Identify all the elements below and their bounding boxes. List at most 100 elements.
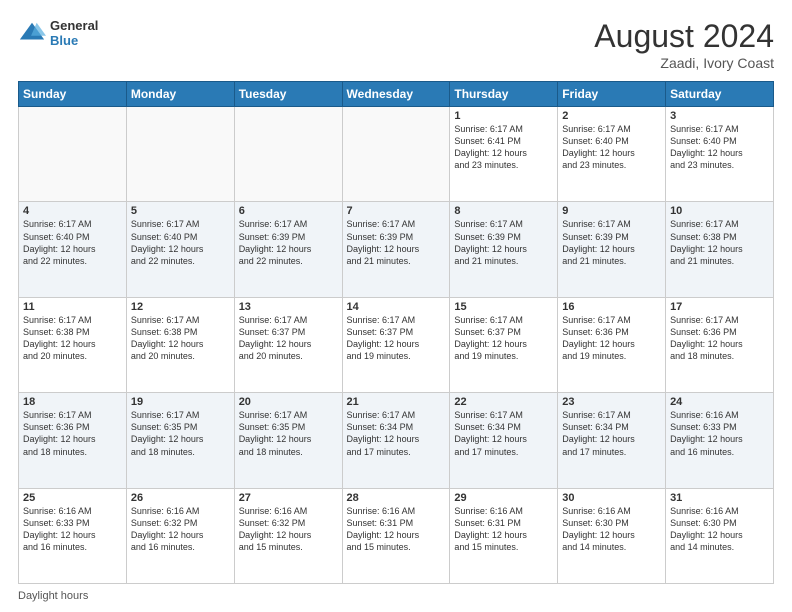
calendar-header: SundayMondayTuesdayWednesdayThursdayFrid… xyxy=(19,82,774,107)
calendar-cell: 24Sunrise: 6:16 AM Sunset: 6:33 PM Dayli… xyxy=(666,393,774,488)
day-number: 15 xyxy=(454,301,553,313)
day-number: 7 xyxy=(347,205,446,217)
day-info: Sunrise: 6:17 AM Sunset: 6:40 PM Dayligh… xyxy=(562,123,661,172)
day-number: 19 xyxy=(131,396,230,408)
day-info: Sunrise: 6:17 AM Sunset: 6:39 PM Dayligh… xyxy=(239,218,338,267)
calendar-cell: 26Sunrise: 6:16 AM Sunset: 6:32 PM Dayli… xyxy=(126,488,234,583)
calendar-cell: 22Sunrise: 6:17 AM Sunset: 6:34 PM Dayli… xyxy=(450,393,558,488)
calendar-cell: 8Sunrise: 6:17 AM Sunset: 6:39 PM Daylig… xyxy=(450,202,558,297)
calendar-cell: 2Sunrise: 6:17 AM Sunset: 6:40 PM Daylig… xyxy=(558,107,666,202)
week-row-2: 4Sunrise: 6:17 AM Sunset: 6:40 PM Daylig… xyxy=(19,202,774,297)
day-info: Sunrise: 6:17 AM Sunset: 6:34 PM Dayligh… xyxy=(562,409,661,458)
day-info: Sunrise: 6:17 AM Sunset: 6:38 PM Dayligh… xyxy=(670,218,769,267)
day-number: 18 xyxy=(23,396,122,408)
day-number: 13 xyxy=(239,301,338,313)
day-info: Sunrise: 6:17 AM Sunset: 6:38 PM Dayligh… xyxy=(23,314,122,363)
calendar-cell: 13Sunrise: 6:17 AM Sunset: 6:37 PM Dayli… xyxy=(234,297,342,392)
day-info: Sunrise: 6:17 AM Sunset: 6:35 PM Dayligh… xyxy=(131,409,230,458)
calendar-table: SundayMondayTuesdayWednesdayThursdayFrid… xyxy=(18,81,774,584)
calendar-cell: 17Sunrise: 6:17 AM Sunset: 6:36 PM Dayli… xyxy=(666,297,774,392)
day-number: 23 xyxy=(562,396,661,408)
day-info: Sunrise: 6:16 AM Sunset: 6:33 PM Dayligh… xyxy=(23,505,122,554)
day-number: 14 xyxy=(347,301,446,313)
calendar-cell: 19Sunrise: 6:17 AM Sunset: 6:35 PM Dayli… xyxy=(126,393,234,488)
calendar-cell: 23Sunrise: 6:17 AM Sunset: 6:34 PM Dayli… xyxy=(558,393,666,488)
day-info: Sunrise: 6:17 AM Sunset: 6:40 PM Dayligh… xyxy=(670,123,769,172)
calendar-cell: 12Sunrise: 6:17 AM Sunset: 6:38 PM Dayli… xyxy=(126,297,234,392)
daylight-label: Daylight hours xyxy=(18,590,88,602)
day-number: 31 xyxy=(670,492,769,504)
day-info: Sunrise: 6:17 AM Sunset: 6:36 PM Dayligh… xyxy=(562,314,661,363)
day-number: 28 xyxy=(347,492,446,504)
day-number: 24 xyxy=(670,396,769,408)
day-info: Sunrise: 6:16 AM Sunset: 6:32 PM Dayligh… xyxy=(131,505,230,554)
calendar-cell: 29Sunrise: 6:16 AM Sunset: 6:31 PM Dayli… xyxy=(450,488,558,583)
day-number: 30 xyxy=(562,492,661,504)
day-info: Sunrise: 6:17 AM Sunset: 6:39 PM Dayligh… xyxy=(562,218,661,267)
day-number: 1 xyxy=(454,110,553,122)
day-info: Sunrise: 6:16 AM Sunset: 6:31 PM Dayligh… xyxy=(347,505,446,554)
day-number: 10 xyxy=(670,205,769,217)
calendar-cell: 27Sunrise: 6:16 AM Sunset: 6:32 PM Dayli… xyxy=(234,488,342,583)
calendar-cell xyxy=(126,107,234,202)
day-number: 12 xyxy=(131,301,230,313)
day-number: 26 xyxy=(131,492,230,504)
day-info: Sunrise: 6:17 AM Sunset: 6:35 PM Dayligh… xyxy=(239,409,338,458)
calendar-cell: 31Sunrise: 6:16 AM Sunset: 6:30 PM Dayli… xyxy=(666,488,774,583)
day-number: 17 xyxy=(670,301,769,313)
location: Zaadi, Ivory Coast xyxy=(594,55,774,71)
day-header-tuesday: Tuesday xyxy=(234,82,342,107)
header: General Blue August 2024 Zaadi, Ivory Co… xyxy=(18,18,774,71)
calendar-body: 1Sunrise: 6:17 AM Sunset: 6:41 PM Daylig… xyxy=(19,107,774,584)
day-number: 20 xyxy=(239,396,338,408)
calendar-cell: 1Sunrise: 6:17 AM Sunset: 6:41 PM Daylig… xyxy=(450,107,558,202)
week-row-4: 18Sunrise: 6:17 AM Sunset: 6:36 PM Dayli… xyxy=(19,393,774,488)
day-info: Sunrise: 6:16 AM Sunset: 6:31 PM Dayligh… xyxy=(454,505,553,554)
calendar-cell: 20Sunrise: 6:17 AM Sunset: 6:35 PM Dayli… xyxy=(234,393,342,488)
day-number: 11 xyxy=(23,301,122,313)
day-info: Sunrise: 6:17 AM Sunset: 6:34 PM Dayligh… xyxy=(454,409,553,458)
calendar-cell: 4Sunrise: 6:17 AM Sunset: 6:40 PM Daylig… xyxy=(19,202,127,297)
calendar-cell: 16Sunrise: 6:17 AM Sunset: 6:36 PM Dayli… xyxy=(558,297,666,392)
logo-general: General xyxy=(50,18,98,33)
footer: Daylight hours xyxy=(18,590,774,602)
day-info: Sunrise: 6:17 AM Sunset: 6:37 PM Dayligh… xyxy=(347,314,446,363)
day-header-sunday: Sunday xyxy=(19,82,127,107)
calendar-cell: 5Sunrise: 6:17 AM Sunset: 6:40 PM Daylig… xyxy=(126,202,234,297)
header-row: SundayMondayTuesdayWednesdayThursdayFrid… xyxy=(19,82,774,107)
day-number: 5 xyxy=(131,205,230,217)
day-header-friday: Friday xyxy=(558,82,666,107)
day-info: Sunrise: 6:17 AM Sunset: 6:37 PM Dayligh… xyxy=(454,314,553,363)
day-number: 2 xyxy=(562,110,661,122)
week-row-1: 1Sunrise: 6:17 AM Sunset: 6:41 PM Daylig… xyxy=(19,107,774,202)
day-header-saturday: Saturday xyxy=(666,82,774,107)
calendar-cell: 30Sunrise: 6:16 AM Sunset: 6:30 PM Dayli… xyxy=(558,488,666,583)
day-number: 8 xyxy=(454,205,553,217)
day-number: 3 xyxy=(670,110,769,122)
logo-blue: Blue xyxy=(50,33,98,48)
day-number: 21 xyxy=(347,396,446,408)
day-info: Sunrise: 6:17 AM Sunset: 6:36 PM Dayligh… xyxy=(23,409,122,458)
day-info: Sunrise: 6:16 AM Sunset: 6:30 PM Dayligh… xyxy=(670,505,769,554)
logo-icon xyxy=(18,19,46,47)
calendar-cell: 3Sunrise: 6:17 AM Sunset: 6:40 PM Daylig… xyxy=(666,107,774,202)
day-info: Sunrise: 6:17 AM Sunset: 6:37 PM Dayligh… xyxy=(239,314,338,363)
calendar-cell: 6Sunrise: 6:17 AM Sunset: 6:39 PM Daylig… xyxy=(234,202,342,297)
day-info: Sunrise: 6:17 AM Sunset: 6:41 PM Dayligh… xyxy=(454,123,553,172)
day-info: Sunrise: 6:17 AM Sunset: 6:38 PM Dayligh… xyxy=(131,314,230,363)
calendar-cell: 7Sunrise: 6:17 AM Sunset: 6:39 PM Daylig… xyxy=(342,202,450,297)
day-info: Sunrise: 6:17 AM Sunset: 6:39 PM Dayligh… xyxy=(347,218,446,267)
day-header-monday: Monday xyxy=(126,82,234,107)
day-number: 29 xyxy=(454,492,553,504)
page: General Blue August 2024 Zaadi, Ivory Co… xyxy=(0,0,792,612)
day-number: 22 xyxy=(454,396,553,408)
day-info: Sunrise: 6:16 AM Sunset: 6:30 PM Dayligh… xyxy=(562,505,661,554)
week-row-3: 11Sunrise: 6:17 AM Sunset: 6:38 PM Dayli… xyxy=(19,297,774,392)
day-info: Sunrise: 6:17 AM Sunset: 6:40 PM Dayligh… xyxy=(131,218,230,267)
calendar-cell: 15Sunrise: 6:17 AM Sunset: 6:37 PM Dayli… xyxy=(450,297,558,392)
day-header-thursday: Thursday xyxy=(450,82,558,107)
week-row-5: 25Sunrise: 6:16 AM Sunset: 6:33 PM Dayli… xyxy=(19,488,774,583)
calendar-cell: 25Sunrise: 6:16 AM Sunset: 6:33 PM Dayli… xyxy=(19,488,127,583)
calendar-cell: 9Sunrise: 6:17 AM Sunset: 6:39 PM Daylig… xyxy=(558,202,666,297)
calendar-cell: 14Sunrise: 6:17 AM Sunset: 6:37 PM Dayli… xyxy=(342,297,450,392)
